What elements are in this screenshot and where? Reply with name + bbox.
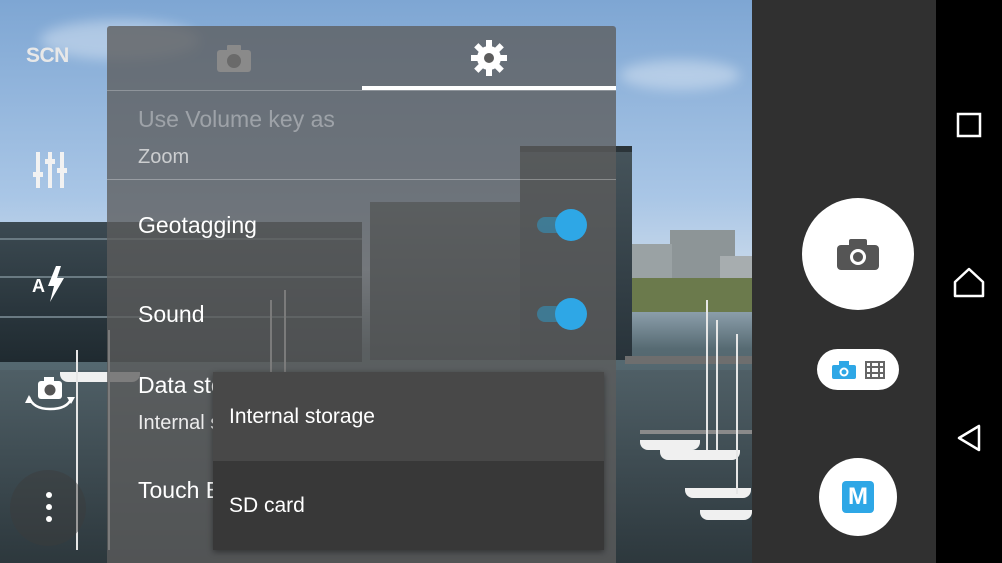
mast [736, 334, 738, 494]
geotagging-toggle[interactable] [555, 209, 587, 241]
boat [685, 488, 751, 498]
mast [716, 320, 718, 450]
storage-options-menu: Internal storage SD card [213, 372, 604, 550]
tab-divider [107, 90, 616, 91]
building [632, 244, 672, 280]
menu-item-sd-card[interactable]: SD card [213, 461, 604, 550]
sliders-icon[interactable] [28, 148, 72, 192]
boat [700, 510, 752, 520]
row-divider [107, 179, 616, 180]
recents-icon [956, 112, 982, 138]
camera-icon [217, 45, 251, 72]
boat [660, 450, 740, 460]
menu-item-internal-storage[interactable]: Internal storage [213, 372, 604, 461]
volume-key-title: Use Volume key as [138, 106, 335, 132]
back-button[interactable] [953, 422, 985, 454]
volume-key-value: Zoom [138, 146, 190, 168]
auto-flash-icon[interactable]: A [28, 262, 72, 306]
geotagging-title[interactable]: Geotagging [138, 212, 257, 239]
mast [706, 300, 708, 450]
manual-mode-button[interactable]: M [819, 458, 897, 536]
photo-video-switch[interactable] [817, 349, 899, 390]
scene-mode-button[interactable]: SCN [26, 44, 69, 68]
home-button[interactable] [953, 266, 985, 298]
camera-icon [837, 239, 879, 270]
navigation-bar [936, 0, 1002, 563]
boat [640, 440, 700, 450]
tab-general-settings[interactable] [362, 26, 616, 90]
switch-camera-icon[interactable] [22, 372, 78, 416]
more-options-button[interactable] [10, 470, 86, 546]
svg-text:A: A [32, 276, 45, 296]
cloud [620, 60, 740, 90]
back-icon [957, 424, 981, 452]
recents-button[interactable] [953, 109, 985, 141]
gear-icon [471, 40, 507, 76]
camera-icon [831, 360, 856, 379]
tab-camera-settings[interactable] [107, 26, 361, 90]
dot [46, 492, 52, 498]
dot [46, 516, 52, 522]
sound-title[interactable]: Sound [138, 301, 205, 328]
video-icon [864, 360, 885, 379]
home-icon [953, 267, 985, 298]
shutter-button[interactable] [802, 198, 914, 310]
dot [46, 504, 52, 510]
manual-mode-badge: M [842, 481, 874, 513]
sound-toggle[interactable] [555, 298, 587, 330]
camera-control-panel: M [752, 0, 936, 563]
field [620, 278, 752, 312]
dock [625, 356, 752, 364]
